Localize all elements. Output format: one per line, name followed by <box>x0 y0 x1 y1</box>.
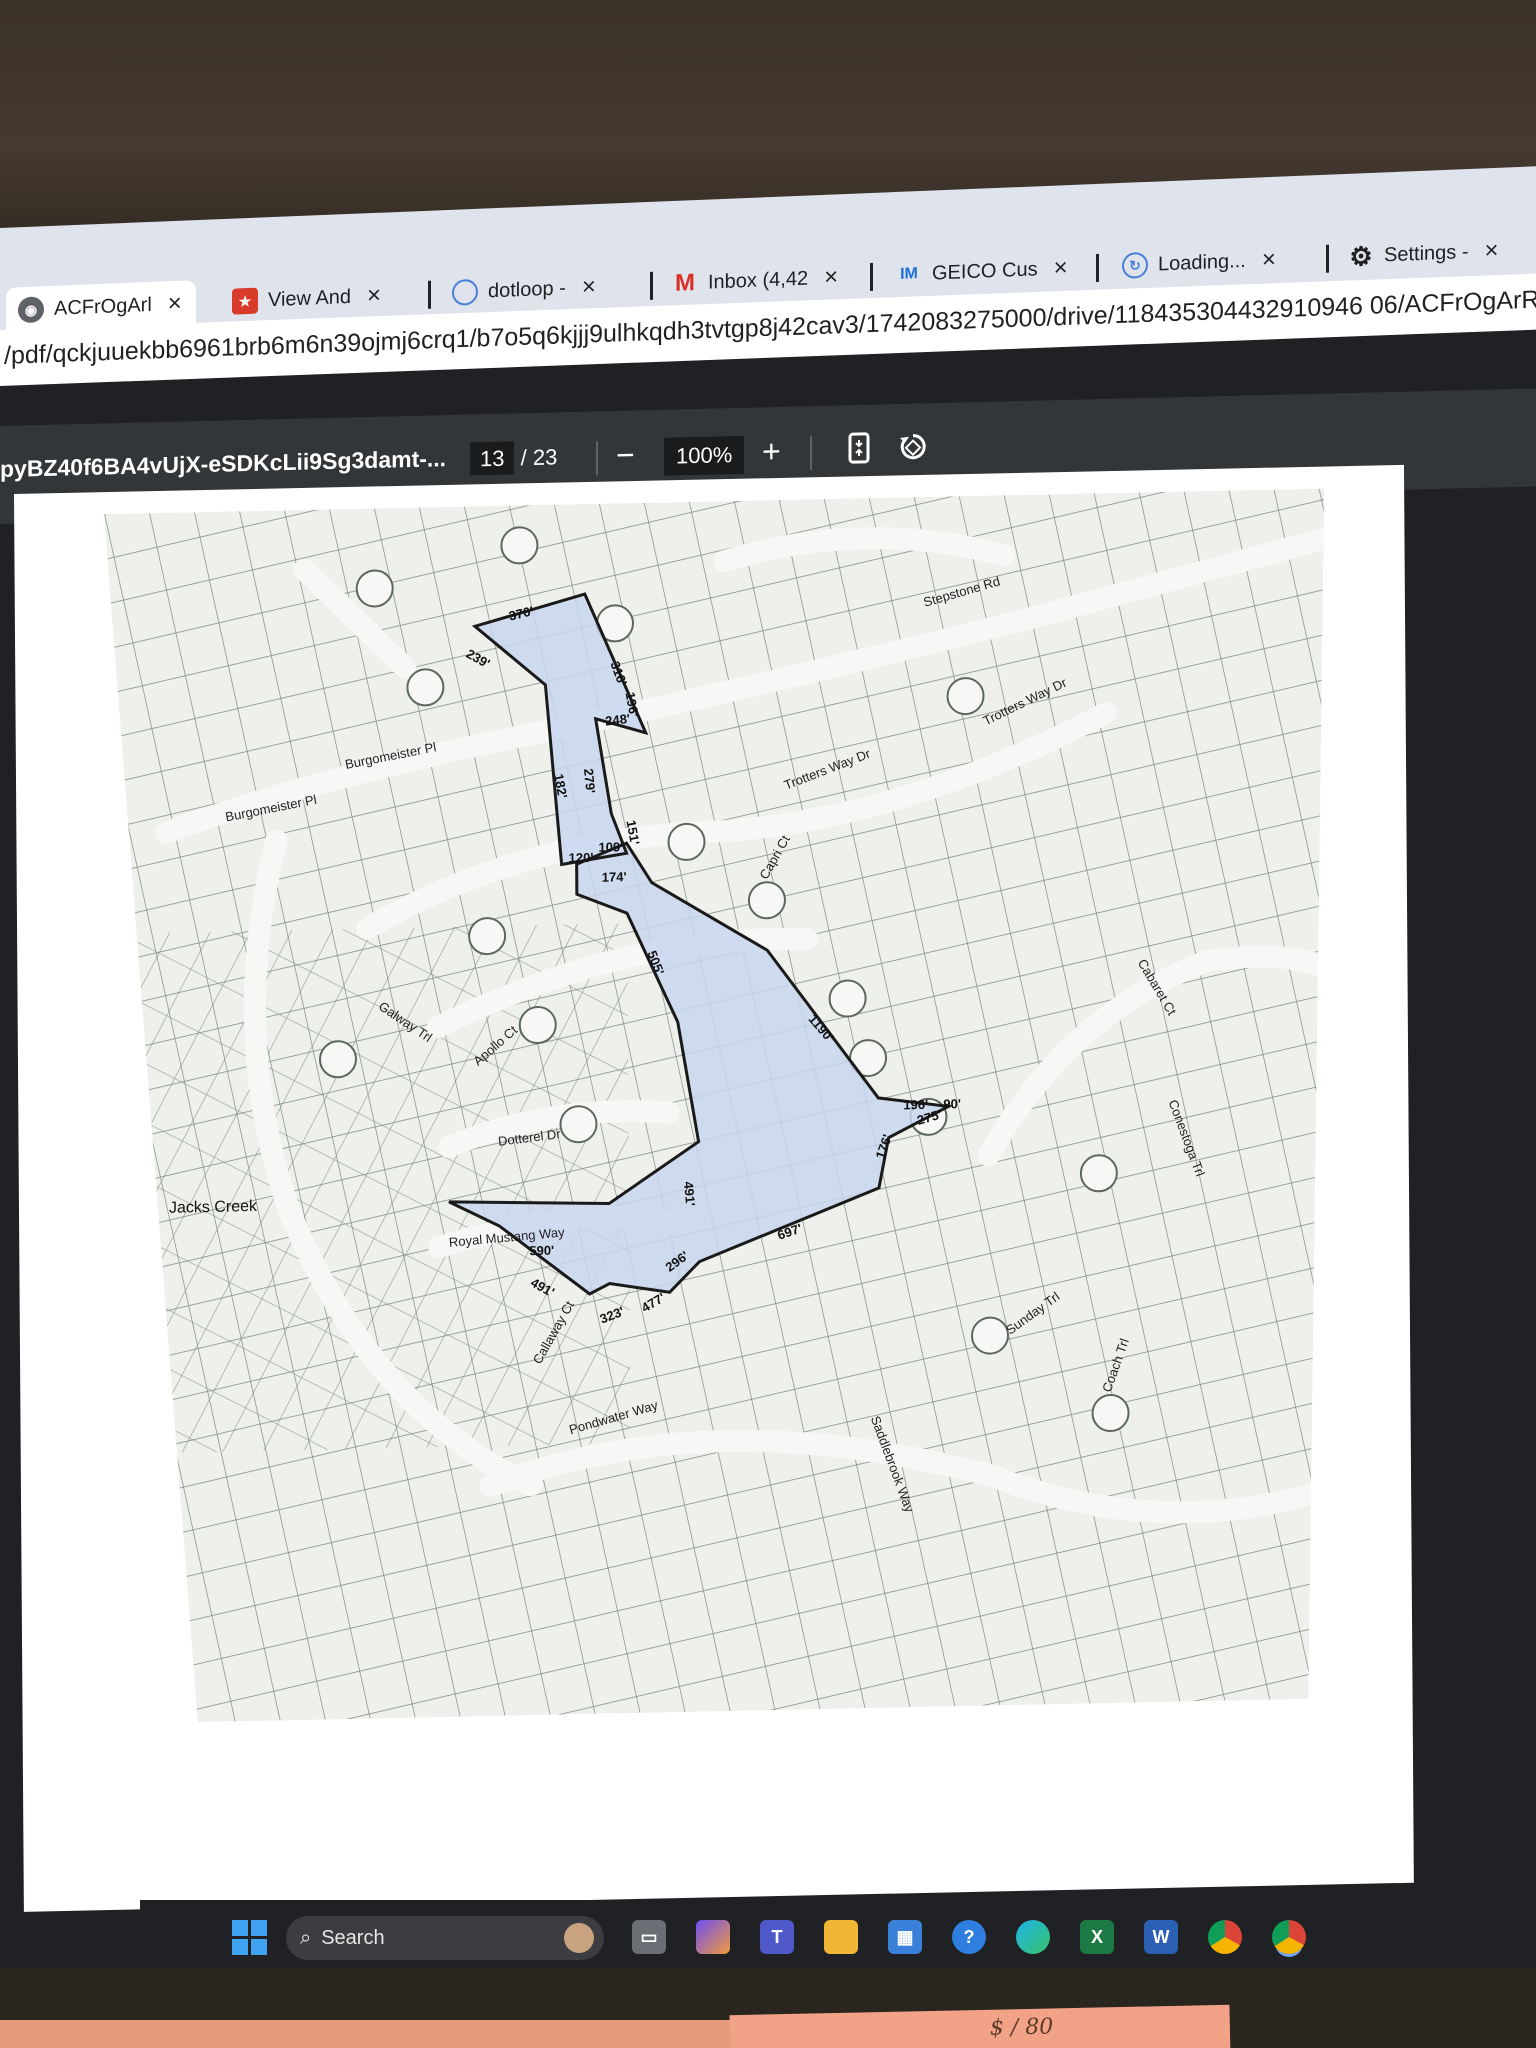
tab-title: Settings - <box>1384 240 1469 266</box>
segment-label: 90' <box>943 1096 961 1111</box>
chrome-profile-icon[interactable] <box>1272 1920 1306 1954</box>
tab-title: ACFrOgArl <box>54 293 152 320</box>
word-letter: W <box>1152 1926 1170 1947</box>
toolbar-divider <box>810 436 812 471</box>
toolbar-divider <box>596 441 598 476</box>
segment-label: 590' <box>529 1243 554 1259</box>
app-icon: ★ <box>232 287 258 315</box>
tab-title: dotloop - <box>488 276 566 302</box>
close-icon[interactable]: × <box>168 290 182 319</box>
fit-page-icon[interactable] <box>842 431 876 466</box>
copilot-icon[interactable] <box>696 1920 730 1954</box>
help-icon[interactable]: ? <box>952 1920 986 1954</box>
page-indicator: 13 / 23 <box>470 441 558 476</box>
tab-separator <box>1096 253 1099 282</box>
sticky-note-text: $ / 80 <box>989 2014 1054 2041</box>
gear-icon: ⚙ <box>1349 240 1373 272</box>
search-icon: ⌕ <box>300 1926 312 1949</box>
geico-icon: IM <box>900 265 918 283</box>
globe-icon: ◉ <box>18 296 44 324</box>
pdf-filename: pyBZ40f6BA4vUjX-eSDKcLii9Sg3damt-... <box>0 445 447 482</box>
taskbar-search[interactable]: ⌕ Search <box>286 1916 604 1960</box>
tab-separator <box>870 262 873 292</box>
pdf-page: 376' 239' 316' 248' 196' 279' 182' 120' 109' 151'… <box>14 464 1414 1912</box>
tab-separator <box>650 271 653 300</box>
teams-icon[interactable]: T <box>760 1920 794 1954</box>
word-icon[interactable]: W <box>1144 1920 1178 1954</box>
tab-title: GEICO Cus <box>932 257 1038 285</box>
close-icon[interactable]: × <box>1262 246 1276 275</box>
map-canvas: 376'239'316'248'196'279'182'120'109'151'… <box>104 489 1332 1724</box>
close-icon[interactable]: × <box>367 282 381 311</box>
excel-icon[interactable]: X <box>1080 1920 1114 1954</box>
segment-label: 120' <box>569 850 594 866</box>
segment-label: 109' <box>598 839 623 855</box>
tab-title: Inbox (4,42 <box>708 267 809 294</box>
close-icon[interactable]: × <box>1484 237 1498 266</box>
loading-icon: ↻ <box>1122 251 1148 279</box>
zoom-in-button[interactable]: + <box>762 433 781 470</box>
current-page-input[interactable]: 13 <box>470 441 515 476</box>
folder-icon[interactable] <box>824 1920 858 1954</box>
tab-loading[interactable]: ↻ Loading... × <box>1110 235 1320 289</box>
segment-label: 491' <box>681 1181 698 1207</box>
close-icon[interactable]: × <box>824 263 838 292</box>
file-explorer-icon[interactable]: ▭ <box>632 1920 666 1954</box>
total-pages: / 23 <box>520 444 558 471</box>
search-highlight-icon <box>564 1923 594 1953</box>
lot-grid-secondary <box>107 923 631 1454</box>
tab-separator <box>1326 244 1329 273</box>
tab-title: Loading... <box>1158 249 1246 275</box>
excel-letter: X <box>1090 1926 1103 1947</box>
zoom-out-button[interactable]: − <box>616 436 635 473</box>
gmail-icon: M <box>675 269 695 297</box>
close-icon[interactable]: × <box>1054 254 1068 283</box>
segment-label: 279' <box>581 768 598 794</box>
chrome-icon[interactable] <box>1208 1920 1242 1954</box>
tab-title: View And <box>268 285 352 311</box>
rotate-icon[interactable] <box>896 429 930 464</box>
start-icon[interactable] <box>232 1920 268 1956</box>
desk-item <box>0 2020 760 2048</box>
dotloop-icon <box>452 278 478 306</box>
store-icon[interactable]: ▦ <box>888 1920 922 1954</box>
close-icon[interactable]: × <box>582 273 596 302</box>
windows-taskbar: ⌕ Search ▭ T ▦ ? X W <box>140 1900 1340 1972</box>
tab-settings[interactable]: ⚙ Settings - × <box>1336 226 1536 280</box>
zoom-level[interactable]: 100% <box>664 435 745 476</box>
edge-icon[interactable] <box>1016 1920 1050 1954</box>
search-placeholder: Search <box>321 1926 385 1949</box>
tab-separator <box>428 280 431 309</box>
street-label: Jacks Creek <box>169 1198 258 1217</box>
plat-map: 376' 239' 316' 248' 196' 279' 182' 120' 109' 151'… <box>104 489 1332 1724</box>
segment-label: 174' <box>602 869 627 885</box>
